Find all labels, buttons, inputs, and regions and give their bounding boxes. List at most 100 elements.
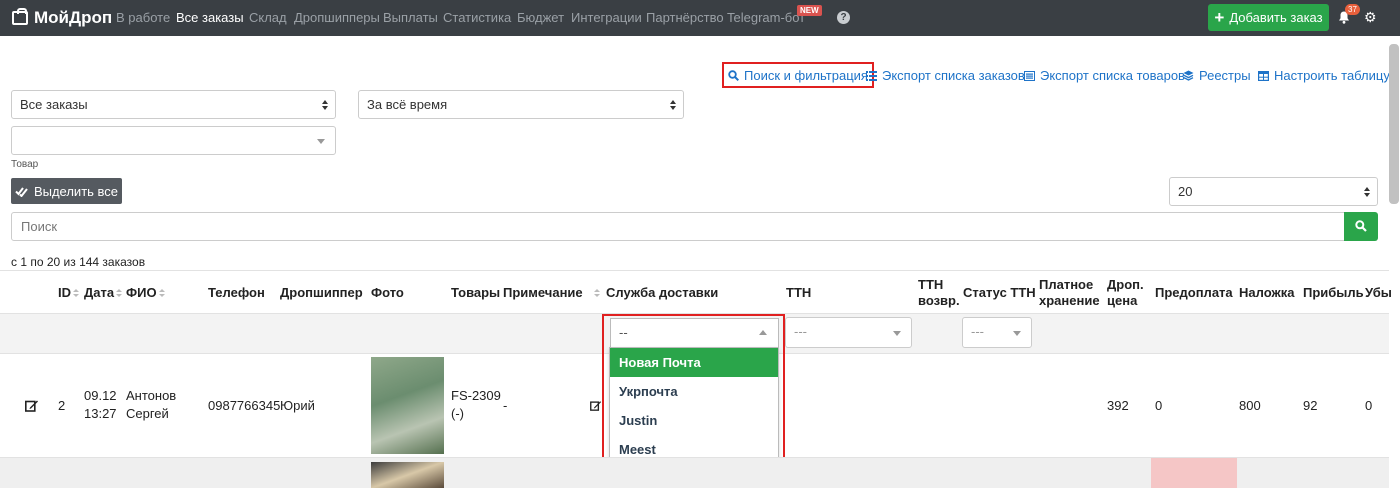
nav-item-telegram-bot[interactable]: Telegram-бот	[727, 0, 805, 36]
product-photo[interactable]	[371, 357, 444, 454]
cell-date: 09.12 13:27	[84, 388, 117, 421]
layers-icon	[1183, 70, 1194, 81]
col-delivery[interactable]: Служба доставки	[594, 285, 718, 301]
list-icon	[866, 70, 877, 81]
select-caret-icon	[322, 100, 328, 110]
col-paid-storage: Платное хранение	[1039, 277, 1100, 308]
brand-logo[interactable]: МойДроп	[12, 0, 112, 36]
search-input[interactable]: Поиск	[11, 212, 1345, 241]
edit-note-icon[interactable]	[590, 400, 602, 411]
table-settings-link[interactable]: Настроить таблицу	[1258, 66, 1390, 85]
sort-icon	[594, 289, 600, 298]
table-header: ID Дата ФИО Телефон Дропшиппер Фото Това…	[0, 270, 1392, 314]
nav-item-warehouse[interactable]: Склад	[249, 0, 287, 36]
sort-icon	[116, 289, 123, 298]
col-dropshipper: Дропшиппер	[280, 285, 363, 300]
help-icon[interactable]: ?	[837, 11, 850, 24]
search-button[interactable]	[1344, 212, 1378, 241]
cell-id: 2	[58, 398, 66, 413]
nav-item-statistics[interactable]: Статистика	[443, 0, 511, 36]
col-id[interactable]: ID	[58, 285, 79, 301]
period-select[interactable]: За всё время	[358, 90, 684, 119]
sort-icon	[158, 289, 165, 298]
select-caret-icon	[670, 100, 676, 110]
ttn-filter-select[interactable]: ---	[785, 317, 912, 348]
col-prepayment: Предоплата	[1155, 285, 1233, 300]
product-select[interactable]	[11, 126, 336, 155]
nav-item-partnership[interactable]: Партнёрство	[646, 0, 724, 36]
table-settings-label: Настроить таблицу	[1274, 68, 1390, 83]
briefcase-icon	[12, 8, 28, 25]
orders-filter-select[interactable]: Все заказы	[11, 90, 336, 119]
col-loss: Убы	[1365, 285, 1392, 300]
chevron-down-icon	[317, 139, 325, 144]
cell-dropshipper: Юрий	[280, 398, 315, 413]
col-phone: Телефон	[208, 285, 265, 300]
ttn-status-filter-select[interactable]: ---	[962, 317, 1032, 348]
export-products-label: Экспорт списка товаров	[1040, 68, 1185, 83]
cell-profit: 92	[1303, 398, 1318, 413]
col-ttn-status: Статус ТТН	[963, 285, 1036, 300]
period-value: За всё время	[367, 97, 448, 112]
chevron-down-icon	[1013, 331, 1021, 336]
plus-icon: +	[1214, 8, 1225, 27]
cell-phone: 0987766345	[208, 398, 281, 413]
select-caret-icon	[1364, 187, 1370, 197]
nav-item-integrations[interactable]: Интеграции	[571, 0, 642, 36]
col-name[interactable]: ФИО	[126, 285, 165, 301]
nav-item-dropshippers[interactable]: Дропшипперы	[294, 0, 380, 36]
add-order-label: Добавить заказ	[1229, 10, 1323, 25]
col-ttn-return: ТТН возвр.	[918, 277, 960, 308]
orders-filter-value: Все заказы	[20, 97, 88, 112]
brand-name: МойДроп	[34, 8, 113, 27]
cell-product[interactable]: FS-2309 (-)	[451, 387, 501, 423]
nav-item-budget[interactable]: Бюджет	[517, 0, 564, 36]
col-note: Примечание	[503, 285, 583, 300]
gear-icon[interactable]: ⚙	[1364, 10, 1377, 24]
registries-link[interactable]: Реестры	[1183, 66, 1251, 85]
edit-icon[interactable]	[25, 399, 39, 412]
list-alt-icon	[1024, 70, 1035, 81]
sort-icon	[73, 289, 79, 298]
col-profit: Прибыль	[1303, 285, 1364, 300]
col-ttn: ТТН	[786, 285, 812, 300]
nav-item-payouts[interactable]: Выплаты	[383, 0, 438, 36]
cell-note: -	[503, 398, 508, 413]
product-photo[interactable]	[371, 462, 444, 488]
export-orders-label: Экспорт списка заказов	[882, 68, 1025, 83]
page-size-value: 20	[1178, 184, 1193, 199]
results-count: с 1 по 20 из 144 заказов	[11, 255, 146, 269]
select-all-button[interactable]: Выделить все	[11, 178, 122, 204]
col-date[interactable]: Дата	[84, 285, 123, 301]
cell-name: Антонов Сергей	[126, 388, 177, 421]
notification-count-badge: 37	[1345, 4, 1360, 15]
select-all-label: Выделить все	[33, 183, 119, 199]
new-badge: NEW	[797, 5, 822, 16]
search-icon	[1355, 220, 1367, 232]
col-photo: Фото	[371, 285, 404, 300]
table-row: 2 09.12 13:27 Антонов Сергей 0987766345 Юр…	[0, 354, 1389, 458]
col-cod: Наложка	[1239, 285, 1295, 300]
search-filter-link[interactable]: Поиск и фильтрация	[722, 62, 874, 88]
cell-drop-price: 392	[1107, 398, 1129, 413]
prepayment-highlight-cell	[1151, 458, 1237, 488]
cell-prepayment: 0	[1155, 398, 1163, 413]
cell-loss: 0	[1365, 398, 1373, 413]
cell-cod: 800	[1239, 398, 1261, 413]
export-orders-link[interactable]: Экспорт списка заказов	[866, 66, 1025, 85]
nav-item-all-orders[interactable]: Все заказы	[176, 0, 244, 36]
page-scrollbar[interactable]	[1389, 44, 1399, 204]
nav-item-in-progress[interactable]: В работе	[116, 0, 170, 36]
double-check-icon	[15, 186, 28, 197]
search-filter-label: Поиск и фильтрация	[744, 67, 868, 83]
col-drop-price: Дроп. цена	[1107, 277, 1144, 308]
page-size-select[interactable]: 20	[1169, 177, 1378, 206]
add-order-button[interactable]: + Добавить заказ	[1208, 4, 1329, 31]
search-icon	[728, 69, 739, 81]
export-products-link[interactable]: Экспорт списка товаров	[1024, 66, 1185, 85]
top-navbar: МойДроп В работе Все заказы Склад Дропши…	[0, 0, 1400, 36]
table-icon	[1258, 70, 1269, 81]
product-label: Товар	[11, 159, 39, 170]
col-products: Товары	[451, 285, 501, 300]
chevron-down-icon	[893, 331, 901, 336]
